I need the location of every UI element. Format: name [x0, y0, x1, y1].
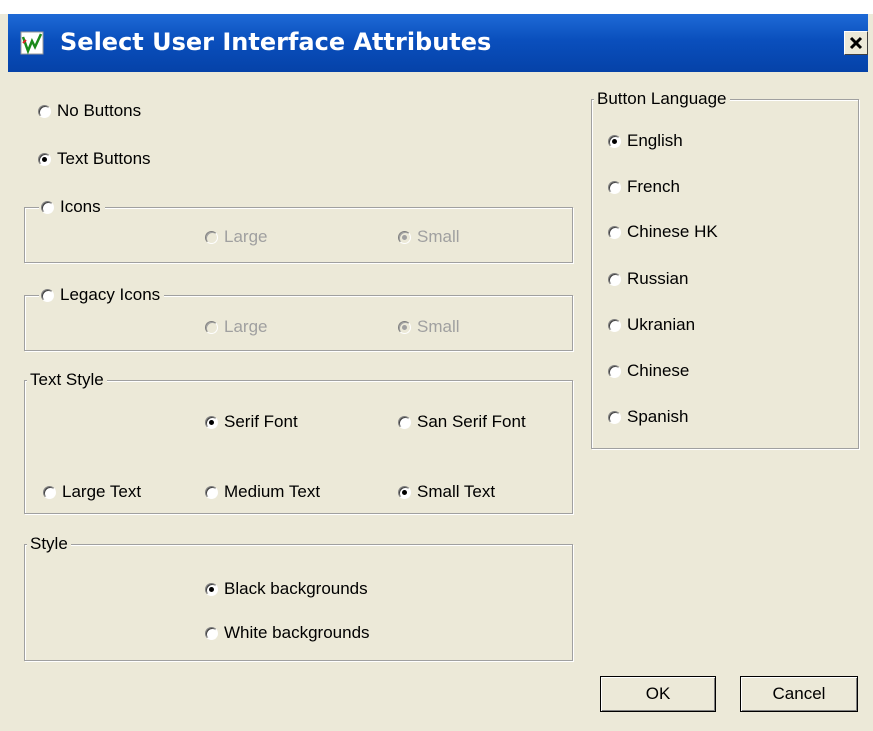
- radio-dot[interactable]: [205, 485, 218, 499]
- background-strip: [0, 0, 873, 14]
- radio-lang-spanish[interactable]: Spanish: [608, 406, 688, 428]
- radio-dot[interactable]: [41, 288, 54, 302]
- radio-legacy-icons[interactable]: Legacy Icons: [39, 284, 165, 306]
- radio-dot[interactable]: [38, 104, 51, 118]
- radio-label: No Buttons: [57, 101, 142, 120]
- button-language-legend: Button Language: [594, 88, 730, 110]
- style-legend: Style: [27, 533, 71, 555]
- radio-lang-russian[interactable]: Russian: [608, 268, 688, 290]
- radio-label: Large Text: [62, 482, 142, 501]
- radio-icons-large[interactable]: Large: [205, 226, 267, 248]
- radio-small-text[interactable]: Small Text: [398, 481, 495, 503]
- radio-dot[interactable]: [608, 410, 621, 424]
- radio-dot[interactable]: [205, 230, 218, 244]
- button-language-group: Button Language English French Chinese H…: [591, 88, 859, 449]
- radio-label: Icons: [60, 197, 101, 216]
- radio-label: Legacy Icons: [60, 285, 161, 304]
- radio-dot[interactable]: [608, 180, 621, 194]
- radio-white-backgrounds[interactable]: White backgrounds: [205, 622, 370, 644]
- radio-legacy-large[interactable]: Large: [205, 316, 267, 338]
- radio-label: Russian: [627, 269, 689, 288]
- title-bar[interactable]: Select User Interface Attributes: [8, 14, 868, 72]
- radio-label: French: [627, 177, 680, 196]
- radio-dot[interactable]: [205, 320, 218, 334]
- radio-label: Serif Font: [224, 412, 298, 431]
- radio-dot[interactable]: [608, 318, 621, 332]
- radio-dot[interactable]: [38, 152, 51, 166]
- radio-large-text[interactable]: Large Text: [43, 481, 141, 503]
- radio-dot[interactable]: [205, 626, 218, 640]
- radio-lang-chinese-hk[interactable]: Chinese HK: [608, 221, 718, 243]
- radio-lang-english[interactable]: English: [608, 130, 683, 152]
- radio-label: Text Buttons: [57, 149, 151, 168]
- radio-black-backgrounds[interactable]: Black backgrounds: [205, 578, 368, 600]
- radio-dot[interactable]: [608, 364, 621, 378]
- radio-label: White backgrounds: [224, 623, 370, 642]
- radio-label: Small: [417, 317, 460, 336]
- radio-dot[interactable]: [398, 320, 411, 334]
- radio-serif-font[interactable]: Serif Font: [205, 411, 298, 433]
- radio-dot[interactable]: [608, 272, 621, 286]
- text-style-legend: Text Style: [27, 369, 107, 391]
- radio-dot[interactable]: [43, 485, 56, 499]
- dialog-body: No Buttons Text Buttons Icons Large Smal…: [8, 72, 868, 731]
- radio-dot[interactable]: [608, 225, 621, 239]
- radio-label: Chinese: [627, 361, 690, 380]
- radio-dot[interactable]: [608, 134, 621, 148]
- radio-label: Large: [224, 227, 268, 246]
- radio-no-buttons[interactable]: No Buttons: [38, 100, 141, 122]
- radio-icons-small[interactable]: Small: [398, 226, 460, 248]
- radio-label: San Serif Font: [417, 412, 526, 431]
- radio-label: Small: [417, 227, 460, 246]
- radio-lang-chinese[interactable]: Chinese: [608, 360, 689, 382]
- radio-label: Spanish: [627, 407, 689, 426]
- radio-label: Small Text: [417, 482, 496, 501]
- radio-label: Medium Text: [224, 482, 321, 501]
- radio-medium-text[interactable]: Medium Text: [205, 481, 320, 503]
- icons-group: Icons Large Small: [24, 196, 573, 263]
- radio-dot[interactable]: [398, 485, 411, 499]
- radio-label: English: [627, 131, 683, 150]
- radio-dot[interactable]: [205, 582, 218, 596]
- text-style-group: Text Style Serif Font San Serif Font Lar…: [24, 369, 573, 514]
- radio-dot[interactable]: [205, 415, 218, 429]
- close-icon: [849, 36, 863, 50]
- legacy-icons-group: Legacy Icons Large Small: [24, 284, 573, 351]
- radio-label: Ukranian: [627, 315, 696, 334]
- style-group: Style Black backgrounds White background…: [24, 533, 573, 661]
- window-title: Select User Interface Attributes: [60, 28, 492, 56]
- radio-sans-serif-font[interactable]: San Serif Font: [398, 411, 526, 433]
- radio-lang-french[interactable]: French: [608, 176, 680, 198]
- radio-label: Chinese HK: [627, 222, 718, 241]
- radio-dot[interactable]: [398, 415, 411, 429]
- radio-label: Black backgrounds: [224, 579, 368, 598]
- cancel-button[interactable]: Cancel: [740, 676, 858, 712]
- radio-icons[interactable]: Icons: [39, 196, 105, 218]
- radio-legacy-small[interactable]: Small: [398, 316, 460, 338]
- radio-dot[interactable]: [398, 230, 411, 244]
- radio-dot[interactable]: [41, 200, 54, 214]
- close-button[interactable]: [844, 31, 868, 55]
- radio-text-buttons[interactable]: Text Buttons: [38, 148, 151, 170]
- ok-button[interactable]: OK: [600, 676, 716, 712]
- app-icon: [20, 31, 44, 55]
- radio-lang-ukranian[interactable]: Ukranian: [608, 314, 695, 336]
- radio-label: Large: [224, 317, 268, 336]
